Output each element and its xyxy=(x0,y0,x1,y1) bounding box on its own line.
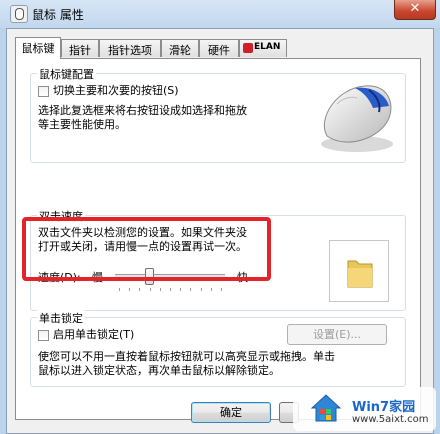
tab-elan-label: ELAN xyxy=(254,42,281,52)
house-logo-icon xyxy=(310,394,342,422)
speed-highlight-box xyxy=(22,217,271,281)
click-lock-label[interactable]: 启用单击锁定(T) xyxy=(53,328,134,342)
button-config-title: 鼠标键配置 xyxy=(37,66,96,82)
button-config-description-1: 选择此复选框来将右按钮设成如选择和拖放 xyxy=(38,104,247,117)
elan-logo-icon xyxy=(243,43,253,53)
slider-tick xyxy=(201,288,202,291)
slider-tick xyxy=(119,288,120,291)
click-lock-group: 单击锁定 启用单击锁定(T) 设置(E)... 使您可以不用一直按着鼠标按钮就可… xyxy=(30,310,406,387)
slider-tick xyxy=(139,288,140,291)
click-lock-checkbox[interactable] xyxy=(38,330,49,341)
switch-buttons-label[interactable]: 切换主要和次要的按钮(S) xyxy=(53,84,179,98)
title-bar: 鼠标 属性 ✕ xyxy=(0,0,440,28)
tab-hardware[interactable]: 硬件 xyxy=(199,39,239,57)
test-folder-area[interactable] xyxy=(329,240,389,302)
slider-tick xyxy=(160,288,161,291)
slider-tick xyxy=(211,288,212,291)
tab-wheel[interactable]: 滑轮 xyxy=(161,39,199,57)
slider-tick xyxy=(180,288,181,291)
window-title: 鼠标 属性 xyxy=(32,8,84,22)
slider-tick xyxy=(190,288,191,291)
mouse-illustration-icon xyxy=(321,85,393,152)
switch-buttons-checkbox[interactable] xyxy=(38,86,49,97)
tab-buttons[interactable]: 鼠标键 xyxy=(15,37,61,59)
tab-pointer-options[interactable]: 指针选项 xyxy=(99,39,161,57)
close-button[interactable]: ✕ xyxy=(394,0,436,20)
click-lock-description-2: 鼠标以进入锁定状态，再次单击鼠标以解除锁定。 xyxy=(38,364,280,377)
ok-button[interactable]: 确定 xyxy=(191,402,271,423)
button-config-group: 鼠标键配置 切换主要和次要的按钮(S) 选择此复选框来将右按钮设成如选择和拖放 … xyxy=(30,66,406,163)
watermark-url: www.5aixt.com xyxy=(352,414,429,425)
click-lock-description-1: 使您可以不用一直按着鼠标按钮就可以高亮显示或拖拽。单击 xyxy=(38,350,335,363)
tab-pointers[interactable]: 指针 xyxy=(61,39,99,57)
slider-tick xyxy=(129,288,130,291)
button-config-description-2: 等主要性能使用。 xyxy=(38,118,126,131)
slider-tick xyxy=(150,288,151,291)
folder-icon xyxy=(347,260,373,288)
watermark-brand: Win7家园 xyxy=(352,400,416,415)
tab-elan[interactable]: ELAN xyxy=(239,39,287,57)
click-lock-settings-button[interactable]: 设置(E)... xyxy=(287,324,387,345)
click-lock-title: 单击锁定 xyxy=(37,310,85,326)
mouse-app-icon xyxy=(10,5,28,23)
slider-tick xyxy=(170,288,171,291)
slider-tick xyxy=(221,288,222,291)
